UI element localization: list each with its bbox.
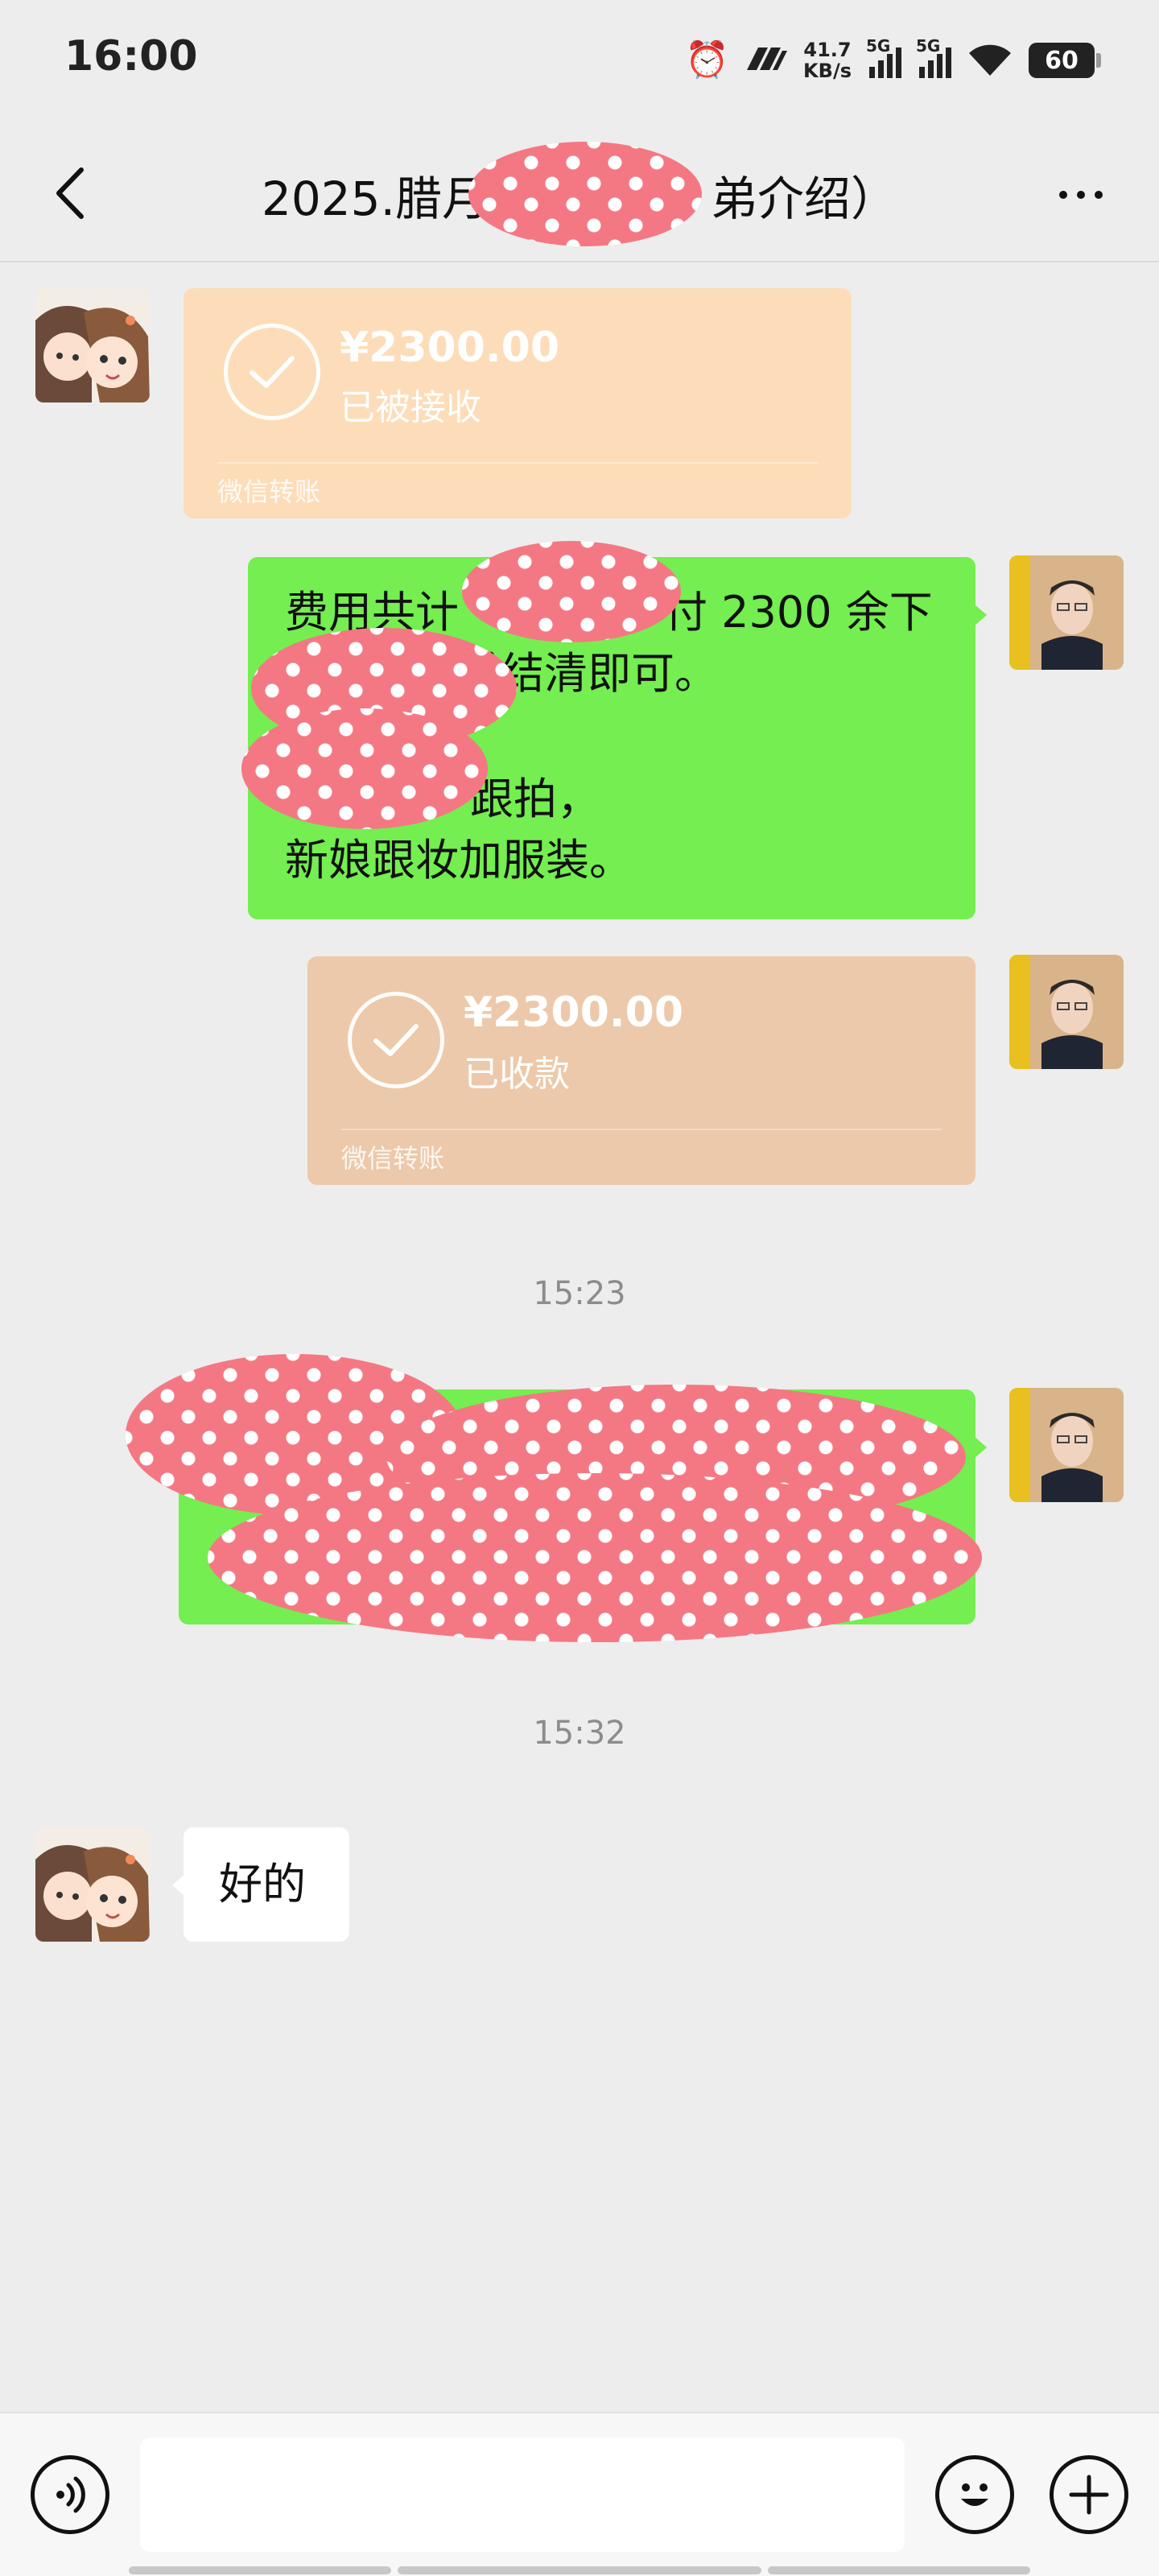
signal-label: 5G	[866, 36, 891, 56]
status-bar: 16:00 ⏰ 41.7 KB/s 5G 5G 60	[0, 0, 1159, 121]
more-dots-icon	[1059, 191, 1067, 199]
nav-indicator	[398, 2566, 761, 2574]
man-portrait-avatar	[1009, 555, 1124, 670]
transfer-amount: ¥2300.00	[340, 324, 560, 372]
avatar[interactable]	[35, 288, 150, 402]
divider	[217, 462, 818, 464]
chat-header: 2025.腊月 弟介绍）	[0, 121, 1159, 262]
message-bubble-received[interactable]: 好的	[172, 1827, 349, 1942]
avatar[interactable]	[35, 1827, 150, 1942]
redaction-blob	[241, 708, 488, 829]
transfer-card-sent[interactable]: ¥2300.00 已收款 微信转账	[307, 956, 975, 1185]
timestamp: 15:32	[533, 1715, 626, 1752]
message-text: 好的	[219, 1859, 306, 1909]
transfer-label: 微信转账	[341, 1143, 445, 1174]
cartoon-couple-avatar	[35, 288, 150, 402]
timestamp: 15:23	[533, 1275, 626, 1312]
emoji-icon	[961, 2483, 988, 2506]
message-line: 跟拍，	[470, 774, 600, 824]
transfer-label: 微信转账	[217, 477, 321, 507]
transfer-status: 已收款	[464, 1054, 570, 1095]
nav-indicator	[129, 2566, 391, 2574]
signal-icon: 5G	[866, 36, 901, 78]
plus-button[interactable]	[1050, 2455, 1128, 2534]
status-icons: ⏰ 41.7 KB/s 5G 5G 60	[685, 32, 1101, 89]
status-time: 16:00	[64, 32, 198, 80]
redaction-blob	[208, 1473, 982, 1642]
title-end: 弟介绍）	[711, 171, 898, 226]
avatar[interactable]	[1009, 955, 1124, 1069]
plus-icon	[1069, 2475, 1109, 2515]
nav-indicator	[768, 2566, 1030, 2574]
check-circle-icon	[348, 992, 444, 1088]
transfer-status: 已被接收	[340, 387, 481, 428]
message-line: 新娘跟妆加服装。	[285, 835, 633, 886]
net-speed-unit: KB/s	[803, 60, 852, 82]
nfc-icon	[744, 43, 789, 78]
avatar[interactable]	[1009, 555, 1124, 670]
battery-icon: 60	[1029, 43, 1101, 78]
alarm-icon: ⏰	[685, 39, 730, 80]
battery-level: 60	[1045, 46, 1079, 75]
wifi-icon	[966, 40, 1014, 80]
man-portrait-avatar	[1009, 955, 1124, 1069]
net-speed-value: 41.7	[803, 39, 852, 61]
divider	[341, 1129, 942, 1130]
redaction-blob	[462, 541, 681, 642]
voice-icon	[56, 2476, 85, 2513]
cartoon-couple-avatar	[35, 1827, 150, 1942]
more-button[interactable]	[1045, 163, 1117, 227]
transfer-card-received[interactable]: ¥2300.00 已被接收 微信转账	[184, 288, 852, 518]
avatar[interactable]	[1009, 1388, 1124, 1502]
transfer-amount: ¥2300.00	[464, 989, 684, 1037]
check-circle-icon	[224, 324, 320, 420]
signal-icon: 5G	[916, 36, 951, 78]
voice-button[interactable]	[31, 2455, 109, 2534]
message-input[interactable]	[140, 2438, 905, 2552]
redaction-blob	[468, 142, 702, 246]
signal-label: 5G	[916, 36, 941, 56]
man-portrait-avatar	[1009, 1388, 1124, 1502]
title-start: 2025.腊月	[261, 171, 489, 226]
emoji-button[interactable]	[935, 2455, 1014, 2534]
input-bar	[0, 2412, 1159, 2576]
net-speed: 41.7 KB/s	[803, 39, 852, 81]
